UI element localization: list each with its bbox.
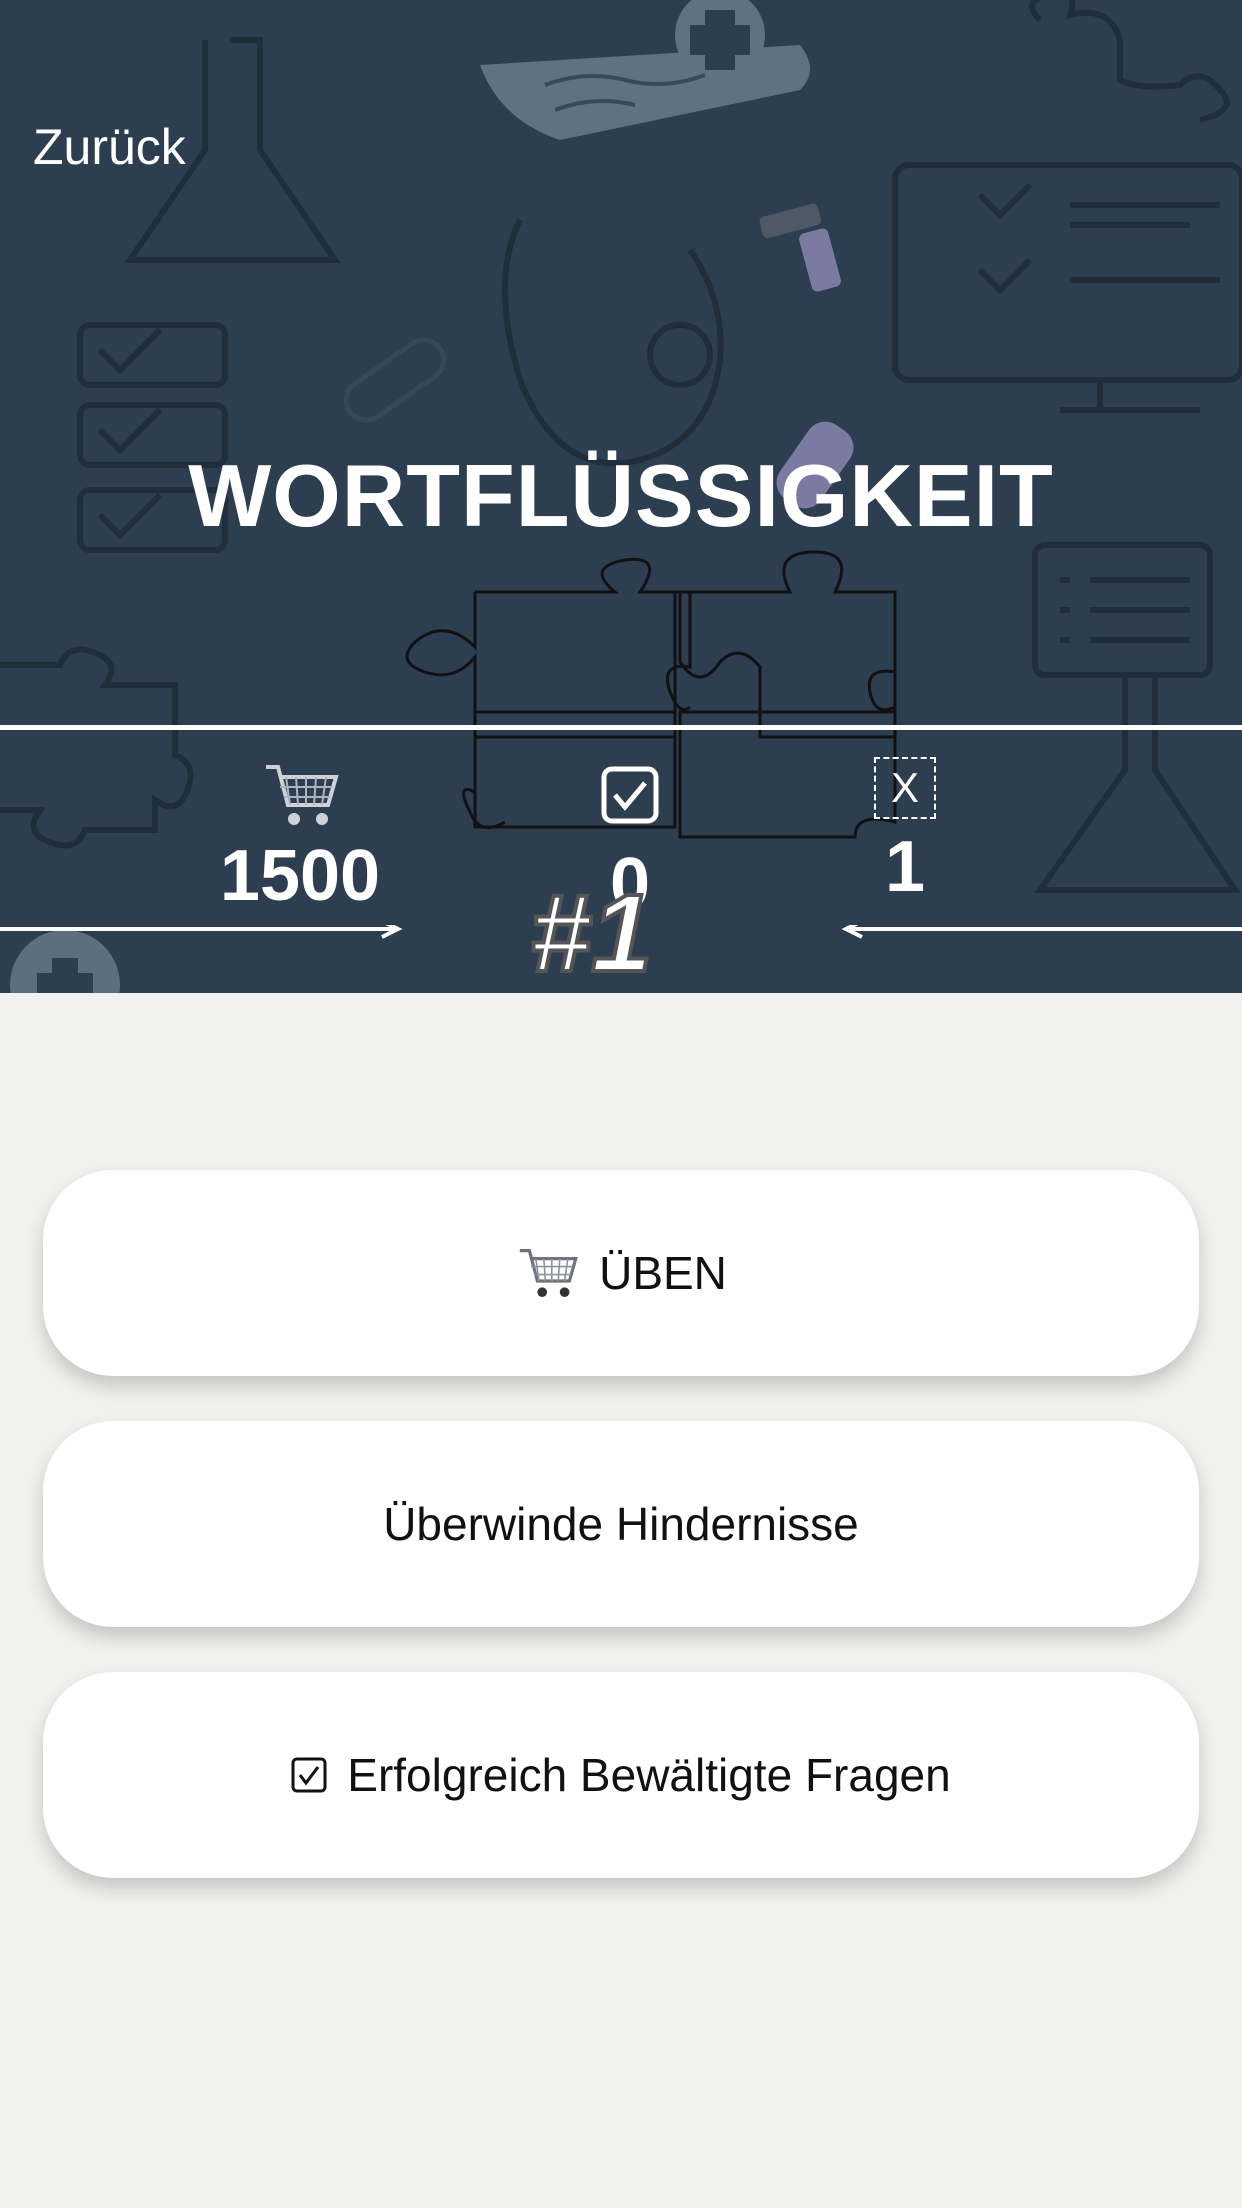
practice-button[interactable]: ÜBEN bbox=[43, 1170, 1199, 1376]
cart-icon bbox=[515, 1241, 579, 1305]
page-title: WORTFLÜSSIGKEIT bbox=[188, 446, 1054, 545]
solved-questions-button[interactable]: Erfolgreich Bewältigte Fragen bbox=[43, 1672, 1199, 1878]
checkbox-checked-icon bbox=[530, 765, 730, 830]
solved-questions-button-label: Erfolgreich Bewältigte Fragen bbox=[347, 1749, 951, 1801]
practice-count: 1500 bbox=[219, 836, 381, 916]
wrong-stat: X 1 bbox=[800, 757, 1010, 903]
arrow-right-icon bbox=[0, 925, 403, 939]
practice-button-label: ÜBEN bbox=[599, 1247, 727, 1299]
obstacles-button-label: Überwinde Hindernisse bbox=[383, 1498, 859, 1550]
badge-text: #1 bbox=[530, 876, 652, 986]
arrow-left-icon bbox=[841, 925, 1242, 939]
back-button[interactable]: Zurück bbox=[33, 118, 186, 176]
practice-stat: 1500 bbox=[190, 755, 410, 912]
x-box-icon: X bbox=[874, 757, 936, 819]
cart-icon bbox=[190, 755, 410, 840]
divider-line bbox=[0, 725, 1242, 730]
checkbox-checked-icon bbox=[291, 1757, 327, 1793]
rank-badge: #1 bbox=[520, 870, 730, 993]
obstacles-button[interactable]: Überwinde Hindernisse bbox=[43, 1421, 1199, 1627]
wrong-count: 1 bbox=[884, 827, 926, 907]
header-banner: Zurück WORTFLÜSSIGKEIT 1500 0 X 1 #1 bbox=[0, 0, 1242, 993]
